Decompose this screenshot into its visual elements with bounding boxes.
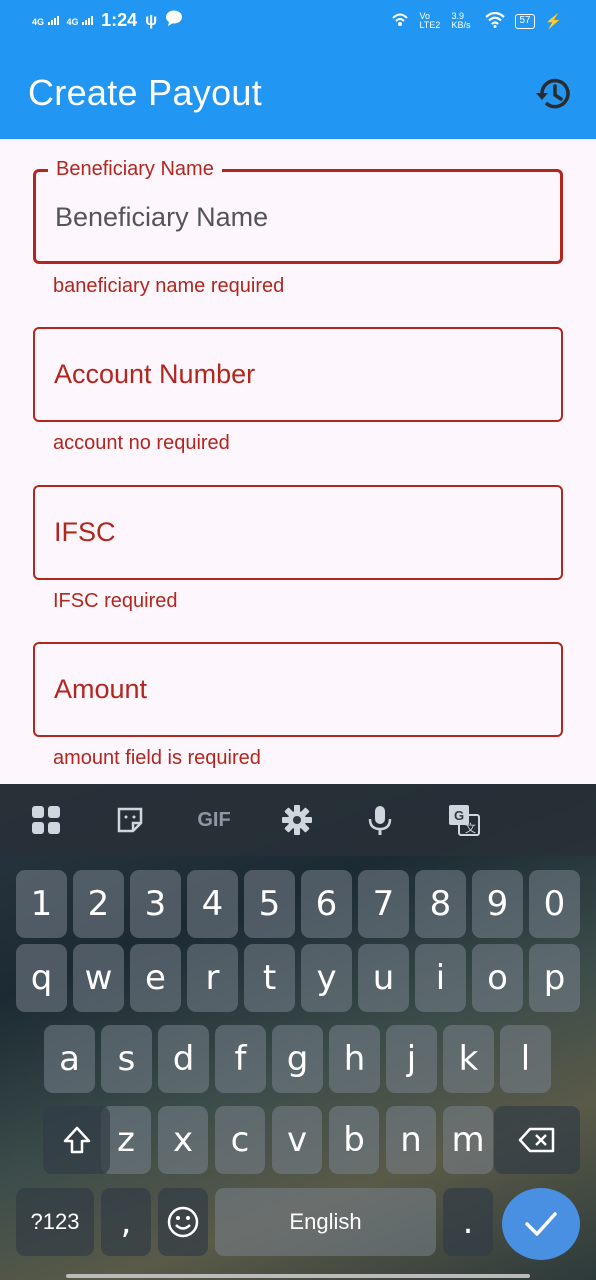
- page-title: Create Payout: [28, 72, 263, 113]
- amount-field[interactable]: Amount: [33, 642, 563, 737]
- number-key[interactable]: 1: [16, 870, 67, 938]
- letter-key[interactable]: k: [443, 1025, 494, 1093]
- gif-button[interactable]: GIF: [194, 802, 234, 838]
- letter-key[interactable]: a: [44, 1025, 95, 1093]
- number-key[interactable]: 3: [130, 870, 181, 938]
- letter-key[interactable]: d: [158, 1025, 209, 1093]
- letter-key[interactable]: w: [73, 944, 124, 1012]
- beneficiary-name-error: baneficiary name required: [53, 275, 285, 297]
- history-icon[interactable]: [534, 74, 574, 114]
- gear-icon[interactable]: [279, 802, 315, 838]
- translate-icon[interactable]: G文: [446, 802, 482, 838]
- letter-key[interactable]: p: [529, 944, 580, 1012]
- number-key[interactable]: 2: [73, 870, 124, 938]
- emoji-key[interactable]: [158, 1188, 208, 1256]
- app-bar: Create Payout: [0, 46, 596, 139]
- ifsc-placeholder: IFSC: [54, 517, 116, 547]
- keyboard-toolbar: GIF G文: [0, 784, 596, 856]
- status-time: 1:24: [101, 10, 138, 30]
- signal-indicator-2: 4G: [67, 15, 94, 27]
- amount-placeholder: Amount: [54, 674, 148, 704]
- ifsc-error: IFSC required: [53, 590, 178, 612]
- beneficiary-name-label: Beneficiary Name: [48, 158, 222, 181]
- symbols-key[interactable]: ?123: [16, 1188, 94, 1256]
- letter-key[interactable]: j: [386, 1025, 437, 1093]
- letter-key[interactable]: o: [472, 944, 523, 1012]
- done-key[interactable]: [502, 1188, 580, 1260]
- account-number-error: account no required: [53, 432, 230, 454]
- gesture-nav-bar[interactable]: [66, 1274, 530, 1278]
- number-key[interactable]: 9: [472, 870, 523, 938]
- backspace-key[interactable]: [494, 1106, 580, 1174]
- net-speed: 3.9 KB/s: [451, 11, 471, 30]
- letter-key[interactable]: s: [101, 1025, 152, 1093]
- svg-text:文: 文: [465, 821, 476, 835]
- letter-key[interactable]: n: [386, 1106, 436, 1174]
- number-key[interactable]: 4: [187, 870, 238, 938]
- number-key[interactable]: 7: [358, 870, 409, 938]
- volte-label: Vo LTE2: [419, 11, 441, 30]
- ifsc-field[interactable]: IFSC: [33, 485, 563, 580]
- letter-key[interactable]: y: [301, 944, 352, 1012]
- letter-key[interactable]: v: [272, 1106, 322, 1174]
- letter-key[interactable]: r: [187, 944, 238, 1012]
- hotspot-icon: [391, 12, 409, 30]
- letter-key[interactable]: m: [443, 1106, 493, 1174]
- letter-key[interactable]: c: [215, 1106, 265, 1174]
- usb-icon: ψ: [145, 11, 158, 29]
- amount-error: amount field is required: [53, 747, 261, 769]
- letter-key[interactable]: x: [158, 1106, 208, 1174]
- letter-key[interactable]: t: [244, 944, 295, 1012]
- status-bar: 4G 4G 1:24 ψ Vo LTE2 3.9 KB/s 57 ⚡: [0, 0, 596, 46]
- space-key[interactable]: English: [215, 1188, 436, 1256]
- number-key[interactable]: 8: [415, 870, 466, 938]
- letter-key[interactable]: h: [329, 1025, 380, 1093]
- signal-indicator-1: 4G: [32, 15, 59, 27]
- letter-key[interactable]: l: [500, 1025, 551, 1093]
- battery-indicator: 57: [515, 13, 535, 29]
- chat-icon: [165, 10, 183, 31]
- number-key[interactable]: 0: [529, 870, 580, 938]
- period-key[interactable]: .: [443, 1188, 493, 1256]
- svg-text:G: G: [454, 808, 464, 823]
- account-number-field[interactable]: Account Number: [33, 327, 563, 422]
- letter-key[interactable]: f: [215, 1025, 266, 1093]
- letter-key[interactable]: i: [415, 944, 466, 1012]
- number-key[interactable]: 6: [301, 870, 352, 938]
- apps-icon[interactable]: [28, 802, 64, 838]
- account-number-placeholder: Account Number: [54, 359, 256, 389]
- letter-key[interactable]: g: [272, 1025, 323, 1093]
- letter-key[interactable]: e: [130, 944, 181, 1012]
- beneficiary-name-field[interactable]: Beneficiary Name Beneficiary Name: [33, 158, 563, 264]
- sticker-icon[interactable]: [112, 802, 148, 838]
- letter-key[interactable]: b: [329, 1106, 379, 1174]
- number-key[interactable]: 5: [244, 870, 295, 938]
- comma-key[interactable]: ,: [101, 1188, 151, 1256]
- letter-key[interactable]: q: [16, 944, 67, 1012]
- beneficiary-name-value: Beneficiary Name: [55, 202, 269, 232]
- letter-key[interactable]: u: [358, 944, 409, 1012]
- wifi-icon: [485, 11, 506, 30]
- charging-icon: ⚡: [544, 12, 562, 29]
- mic-icon[interactable]: [362, 802, 398, 838]
- shift-key[interactable]: [43, 1106, 110, 1174]
